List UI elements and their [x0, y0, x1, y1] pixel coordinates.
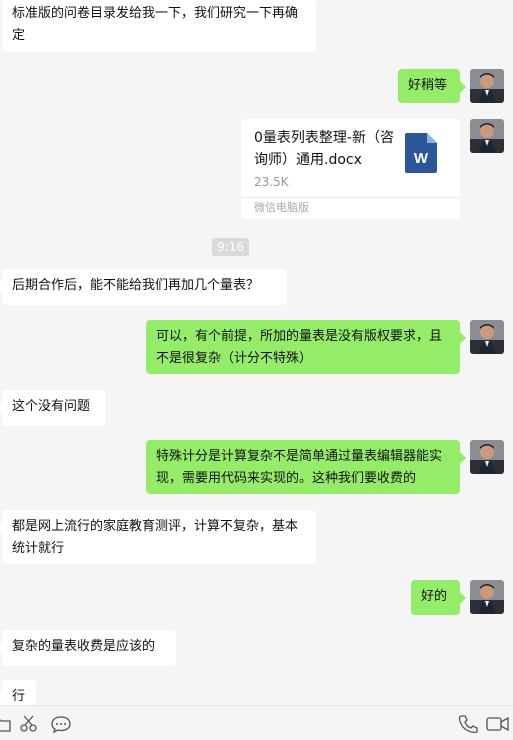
video-icon[interactable] — [486, 715, 510, 733]
message-incoming[interactable]: 后期合作后，能不能给我们再加几个量表？ — [0, 269, 287, 305]
avatar[interactable] — [470, 320, 504, 354]
message-outgoing[interactable]: 可以，有个前提，所加的量表是没有版权要求，且不是很复杂（计分不特殊） — [146, 320, 466, 374]
file-source: 微信电脑版 — [254, 201, 309, 214]
folder-icon[interactable] — [0, 715, 12, 733]
message-outgoing[interactable]: 特殊计分是计算复杂不是简单通过量表编辑器能实现，需要用代码来实现的。这种我们要收… — [146, 440, 466, 494]
scissors-icon[interactable] — [19, 715, 39, 733]
message-incoming[interactable]: 这个没有问题 — [0, 390, 105, 426]
message-text: 标准版的问卷目录发给我一下，我们研究一下再确定 — [12, 6, 299, 43]
phone-icon[interactable] — [458, 715, 478, 734]
message-text: 行 — [12, 689, 26, 704]
file-message[interactable]: 0量表列表整理-新（咨询师）通用.docx 23.5K W 微信电脑版 — [241, 119, 460, 219]
avatar[interactable] — [470, 440, 504, 474]
message-incoming[interactable]: 都是网上流行的家庭教育测评，计算不复杂，基本统计就行 — [0, 510, 316, 564]
message-incoming[interactable]: 复杂的量表收费是应该的 — [0, 630, 176, 666]
message-incoming[interactable]: 行 — [0, 680, 36, 705]
message-text: 可以，有个前提，所加的量表是没有版权要求，且不是很复杂（计分不特殊） — [156, 329, 443, 366]
message-outgoing[interactable]: 好稍等 — [398, 69, 466, 103]
avatar[interactable] — [470, 580, 504, 614]
word-document-icon: W — [405, 133, 437, 173]
file-name: 0量表列表整理-新（咨询师）通用.docx — [254, 130, 394, 168]
message-text: 好的 — [421, 589, 448, 604]
message-incoming[interactable]: 标准版的问卷目录发给我一下，我们研究一下再确定 — [2, 0, 316, 52]
message-text: 特殊计分是计算复杂不是简单通过量表编辑器能实现，需要用代码来实现的。这种我们要收… — [156, 449, 443, 486]
chat-toolbar — [0, 705, 513, 740]
avatar[interactable] — [470, 69, 504, 103]
timestamp: 9:16 — [212, 238, 249, 256]
chat-bubble-icon[interactable] — [51, 715, 71, 734]
message-text: 好稍等 — [408, 78, 448, 93]
message-text: 后期合作后，能不能给我们再加几个量表？ — [12, 278, 260, 293]
divider — [241, 197, 460, 198]
message-text: 都是网上流行的家庭教育测评，计算不复杂，基本统计就行 — [12, 519, 299, 556]
message-text: 这个没有问题 — [12, 399, 91, 414]
message-outgoing[interactable]: 好的 — [411, 580, 466, 615]
file-size: 23.5K — [254, 175, 289, 189]
svg-text:W: W — [414, 150, 429, 167]
chat-history[interactable]: 标准版的问卷目录发给我一下，我们研究一下再确定 好稍等 0量表列表整理-新（咨询… — [0, 0, 513, 705]
message-text: 复杂的量表收费是应该的 — [12, 639, 156, 654]
avatar[interactable] — [470, 119, 504, 153]
